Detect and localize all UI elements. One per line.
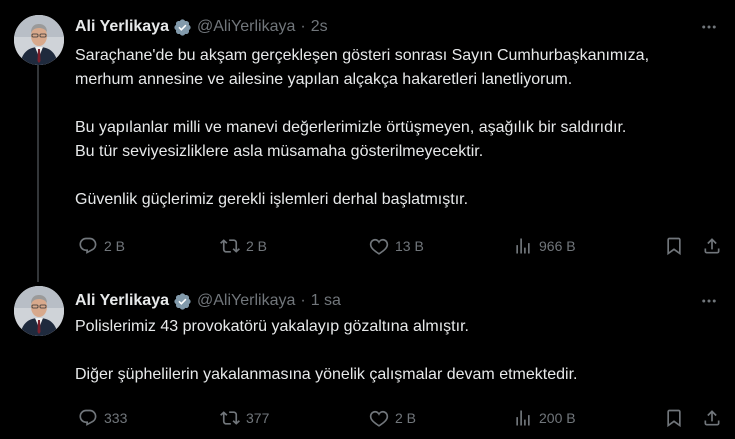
reply-icon	[79, 409, 97, 426]
avatar[interactable]	[14, 286, 64, 336]
heart-icon	[369, 410, 389, 427]
more-horizontal-icon	[702, 25, 716, 29]
views-count: 200 B	[539, 410, 576, 426]
tweet-actions: 333 377 2 B 200 B	[75, 406, 725, 430]
verified-badge-icon	[174, 292, 191, 310]
avatar-portrait-icon	[14, 286, 64, 336]
reply-count: 2 B	[104, 238, 126, 254]
bookmark-icon	[667, 237, 681, 256]
reply-button[interactable]: 333	[78, 406, 127, 430]
views-count: 966 B	[539, 238, 576, 254]
tweet-text-line: Güvenlik güçlerimiz gerekli işlemleri de…	[75, 191, 469, 208]
repost-icon	[220, 239, 240, 253]
share-button[interactable]	[702, 234, 722, 258]
share-button[interactable]	[702, 406, 722, 430]
author-handle[interactable]: @AliYerlikaya	[197, 292, 295, 310]
reply-button[interactable]: 2 B	[78, 234, 125, 258]
heart-icon	[369, 238, 389, 255]
share-icon	[704, 410, 720, 426]
bookmark-icon	[667, 409, 681, 428]
bookmark-button[interactable]	[664, 406, 684, 430]
tweet-text-line: Saraçhane'de bu akşam gerçekleşen göster…	[75, 47, 650, 64]
analytics-icon	[516, 238, 530, 254]
timestamp[interactable]: 1 sa	[311, 292, 341, 310]
more-horizontal-icon	[702, 299, 716, 303]
tweet[interactable]: Ali Yerlikaya @AliYerlikaya · 1 sa Polis…	[0, 282, 735, 439]
author-name[interactable]: Ali Yerlikaya	[75, 292, 169, 310]
verified-badge-icon	[174, 18, 191, 36]
tweet-text-line: Bu tür seviyesizliklere asla müsamaha gö…	[75, 143, 484, 160]
like-button[interactable]: 13 B	[369, 234, 424, 258]
tweet-text-line: Diğer şüphelilerin yakalanmasına yönelik…	[75, 366, 578, 383]
like-button[interactable]: 2 B	[369, 406, 416, 430]
like-count: 2 B	[395, 410, 417, 426]
tweet[interactable]: Ali Yerlikaya @AliYerlikaya · 2s Saraçha…	[0, 0, 735, 282]
avatar[interactable]	[14, 15, 64, 65]
repost-button[interactable]: 2 B	[220, 234, 267, 258]
author-handle[interactable]: @AliYerlikaya	[197, 18, 295, 36]
bookmark-button[interactable]	[664, 234, 684, 258]
reply-icon	[79, 237, 97, 254]
repost-count: 377	[246, 410, 270, 426]
tweet-header: Ali Yerlikaya @AliYerlikaya · 1 sa	[75, 290, 341, 312]
thread-connector-line	[37, 64, 39, 282]
tweet-text-line: Polislerimiz 43 provokatörü yakalayıp gö…	[75, 318, 469, 335]
views-button[interactable]: 200 B	[513, 406, 576, 430]
share-icon	[704, 238, 720, 254]
analytics-icon	[516, 410, 530, 426]
tweet-text: Saraçhane'de bu akşam gerçekleşen göster…	[75, 44, 725, 212]
tweet-text-line: merhum annesine ve ailesine yapılan alça…	[75, 71, 573, 88]
repost-button[interactable]: 377	[220, 406, 269, 430]
more-options-button[interactable]	[699, 291, 719, 311]
more-options-button[interactable]	[699, 17, 719, 37]
tweet-header: Ali Yerlikaya @AliYerlikaya · 2s	[75, 16, 328, 38]
like-count: 13 B	[395, 238, 424, 254]
author-name[interactable]: Ali Yerlikaya	[75, 18, 169, 36]
repost-icon	[220, 411, 240, 425]
tweet-text-line: Bu yapılanlar milli ve manevi değerlerim…	[75, 119, 627, 136]
tweet-actions: 2 B 2 B 13 B 966 B	[75, 234, 725, 258]
avatar-portrait-icon	[14, 15, 64, 65]
reply-count: 333	[104, 410, 128, 426]
tweet-text: Polislerimiz 43 provokatörü yakalayıp gö…	[75, 315, 725, 387]
separator-dot: ·	[300, 292, 306, 309]
views-button[interactable]: 966 B	[513, 234, 576, 258]
repost-count: 2 B	[246, 238, 268, 254]
timestamp[interactable]: 2s	[311, 18, 328, 36]
separator-dot: ·	[300, 18, 306, 35]
